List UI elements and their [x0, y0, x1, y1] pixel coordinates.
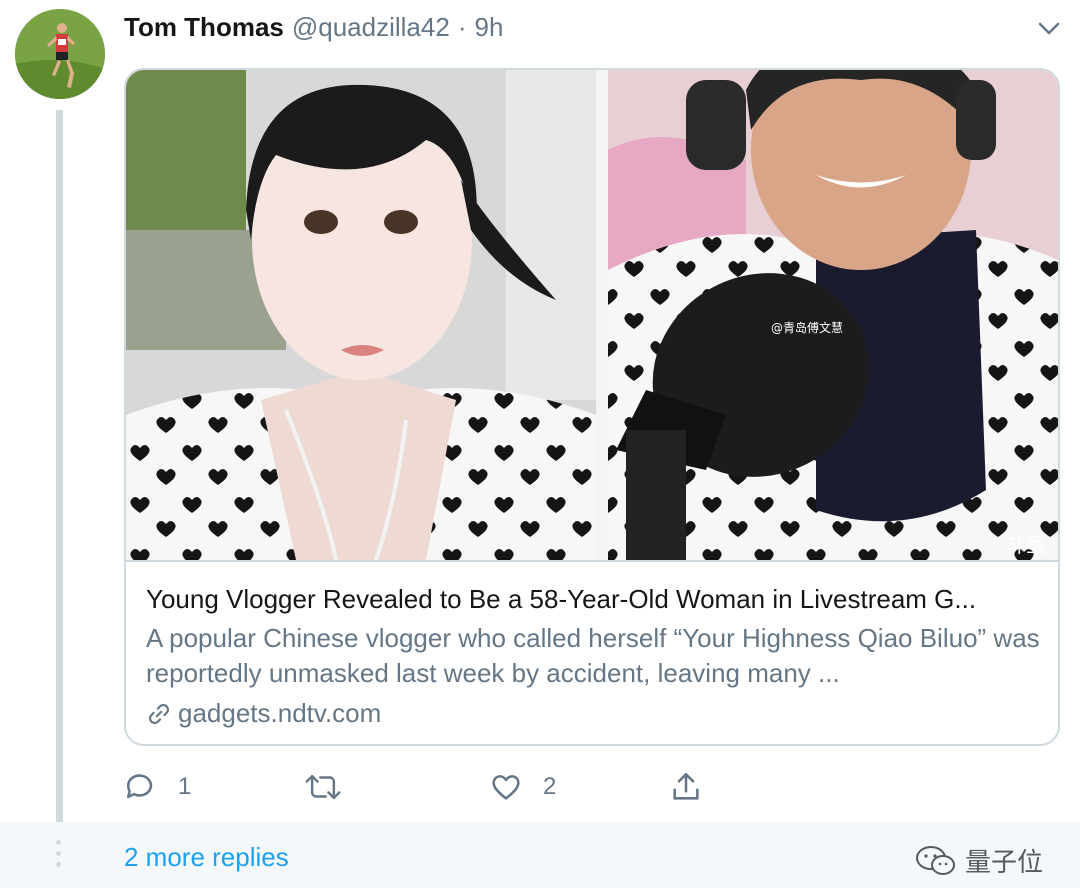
- heart-icon: [492, 775, 520, 800]
- tweet-actions: 1 2: [124, 765, 724, 809]
- reply-count: 1: [178, 773, 192, 800]
- author-name[interactable]: Tom Thomas: [124, 12, 284, 43]
- retweet-icon: [305, 774, 341, 800]
- card-domain-text: gadgets.ndtv.com: [178, 698, 382, 728]
- card-domain[interactable]: gadgets.ndtv.com: [146, 698, 381, 729]
- avatar[interactable]: [15, 9, 105, 99]
- card-title[interactable]: Young Vlogger Revealed to Be a 58-Year-O…: [146, 584, 1041, 615]
- like-button[interactable]: 2: [489, 765, 556, 809]
- wechat-icon: [916, 845, 955, 875]
- separator-dot: ·: [457, 11, 467, 42]
- image-watermark-text: @青岛傅文慧: [771, 320, 843, 335]
- reply-button[interactable]: 1: [124, 765, 191, 809]
- thread-dots: [55, 840, 63, 876]
- link-icon: [149, 703, 169, 724]
- runner-avatar-image: [15, 9, 105, 99]
- thread-line: [56, 110, 63, 822]
- chevron-down-icon[interactable]: [1034, 16, 1064, 40]
- author-handle[interactable]: @quadzilla42: [292, 12, 450, 43]
- more-replies-link[interactable]: 2 more replies: [124, 842, 289, 873]
- reply-icon: [126, 774, 153, 799]
- tweet-header: Tom Thomas @quadzilla42 · 9h: [124, 10, 503, 44]
- share-button[interactable]: [669, 765, 703, 809]
- watermark: 量子位: [915, 842, 1043, 879]
- like-count: 2: [543, 773, 557, 800]
- card-divider: [126, 560, 1058, 562]
- link-card[interactable]: @青岛傅文慧 斗鱼 Young Vlogger Revealed to Be a…: [124, 68, 1060, 746]
- card-image[interactable]: @青岛傅文慧 斗鱼: [126, 70, 1058, 560]
- tweet-time[interactable]: 9h: [474, 12, 503, 43]
- watermark-text: 量子位: [965, 847, 1044, 877]
- retweet-button[interactable]: [304, 765, 362, 809]
- image-corner-logo: 斗鱼: [1006, 533, 1046, 557]
- more-replies-bar[interactable]: 2 more replies 量子位: [0, 822, 1080, 888]
- share-icon: [673, 772, 699, 800]
- card-description: A popular Chinese vlogger who called her…: [146, 623, 1040, 688]
